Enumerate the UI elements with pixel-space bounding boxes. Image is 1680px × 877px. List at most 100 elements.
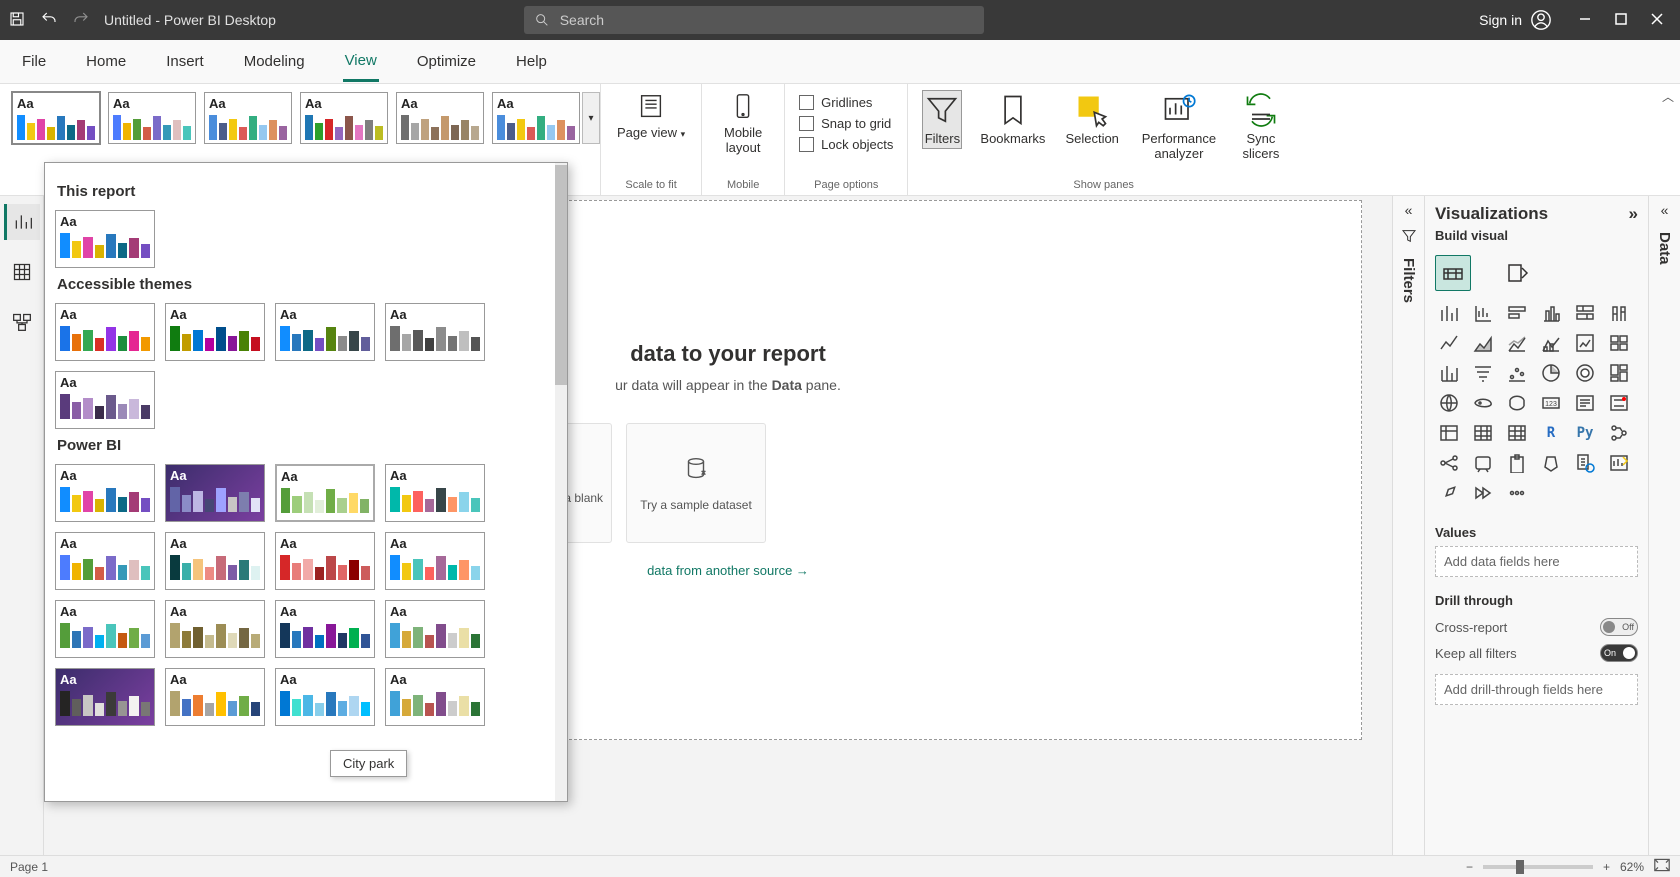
theme-thumbnail[interactable]: Aa xyxy=(165,464,265,522)
viz-expand-icon[interactable]: » xyxy=(1629,204,1638,224)
theme-thumbnail[interactable]: Aa xyxy=(275,464,375,522)
tab-view[interactable]: View xyxy=(343,42,379,82)
viz-type-34[interactable] xyxy=(1571,451,1599,475)
cross-report-toggle[interactable]: Off xyxy=(1600,618,1638,636)
keep-filters-toggle[interactable]: On xyxy=(1600,644,1638,662)
viz-type-33[interactable] xyxy=(1537,451,1565,475)
theme-thumbnail[interactable]: Aa xyxy=(12,92,100,144)
theme-thumbnail[interactable]: Aa xyxy=(55,303,155,361)
viz-type-36[interactable] xyxy=(1435,481,1463,505)
viz-type-21[interactable]: 123 xyxy=(1537,391,1565,415)
performance-analyzer-button[interactable]: Performance analyzer xyxy=(1137,90,1221,164)
theme-thumbnail[interactable]: Aa xyxy=(385,464,485,522)
filters-pane-toggle[interactable]: Filters xyxy=(922,90,962,149)
viz-type-23[interactable] xyxy=(1605,391,1633,415)
viz-type-3[interactable] xyxy=(1537,301,1565,325)
theme-thumbnail[interactable]: Aa xyxy=(55,371,155,429)
page-view-button[interactable]: Page view ▾ xyxy=(615,90,687,143)
zoom-in-icon[interactable]: + xyxy=(1603,860,1610,874)
page-indicator[interactable]: Page 1 xyxy=(10,860,48,874)
theme-thumbnail[interactable]: Aa xyxy=(385,668,485,726)
theme-thumbnail[interactable]: Aa xyxy=(165,668,265,726)
theme-thumbnail[interactable]: Aa xyxy=(275,600,375,658)
build-visual-mode[interactable] xyxy=(1435,255,1471,291)
selection-button[interactable]: Selection xyxy=(1063,90,1120,149)
zoom-out-icon[interactable]: − xyxy=(1466,860,1473,874)
viz-type-16[interactable] xyxy=(1571,361,1599,385)
format-visual-mode[interactable] xyxy=(1499,255,1535,291)
viz-type-25[interactable] xyxy=(1469,421,1497,445)
zoom-slider[interactable] xyxy=(1483,865,1593,869)
theme-thumbnail[interactable]: Aa xyxy=(275,668,375,726)
tab-modeling[interactable]: Modeling xyxy=(242,43,307,80)
theme-thumbnail[interactable]: Aa xyxy=(385,303,485,361)
snap-to-grid-checkbox[interactable]: Snap to grid xyxy=(799,116,893,131)
table-view-icon[interactable] xyxy=(4,254,40,290)
viz-type-2[interactable] xyxy=(1503,301,1531,325)
theme-gallery-expand[interactable]: ▾ xyxy=(582,92,600,144)
viz-type-0[interactable] xyxy=(1435,301,1463,325)
sync-slicers-button[interactable]: Sync slicers xyxy=(1237,90,1285,164)
viz-type-14[interactable] xyxy=(1503,361,1531,385)
theme-thumbnail[interactable]: Aa xyxy=(55,464,155,522)
theme-thumbnail[interactable]: Aa xyxy=(396,92,484,144)
theme-thumbnail[interactable]: Aa xyxy=(55,210,155,268)
viz-type-31[interactable] xyxy=(1469,451,1497,475)
theme-thumbnail[interactable]: Aa xyxy=(165,600,265,658)
theme-thumbnail[interactable]: Aa xyxy=(385,532,485,590)
filters-expand-icon[interactable]: « xyxy=(1405,202,1413,218)
viz-type-18[interactable] xyxy=(1435,391,1463,415)
mobile-layout-button[interactable]: Mobile layout xyxy=(716,90,770,158)
sign-in-button[interactable]: Sign in xyxy=(1479,9,1552,31)
viz-type-13[interactable] xyxy=(1469,361,1497,385)
theme-thumbnail[interactable]: Aa xyxy=(165,303,265,361)
minimize-icon[interactable] xyxy=(1578,12,1592,29)
viz-type-35[interactable] xyxy=(1605,451,1633,475)
drill-dropwell[interactable]: Add drill-through fields here xyxy=(1435,674,1638,705)
theme-thumbnail[interactable]: Aa xyxy=(55,600,155,658)
viz-type-38[interactable] xyxy=(1503,481,1531,505)
bookmarks-button[interactable]: Bookmarks xyxy=(978,90,1047,149)
fit-to-page-icon[interactable] xyxy=(1654,858,1670,875)
report-view-icon[interactable] xyxy=(4,204,40,240)
tab-insert[interactable]: Insert xyxy=(164,43,206,80)
search-box[interactable]: Search xyxy=(524,6,984,34)
viz-type-9[interactable] xyxy=(1537,331,1565,355)
lock-objects-checkbox[interactable]: Lock objects xyxy=(799,137,893,152)
tile-sample-dataset[interactable]: Try a sample dataset xyxy=(626,423,766,543)
undo-icon[interactable] xyxy=(40,10,58,31)
viz-type-4[interactable] xyxy=(1571,301,1599,325)
ribbon-collapse-icon[interactable]: ︿ xyxy=(1662,88,1674,105)
viz-type-22[interactable] xyxy=(1571,391,1599,415)
theme-thumbnail[interactable]: Aa xyxy=(55,668,155,726)
tab-optimize[interactable]: Optimize xyxy=(415,43,478,80)
viz-type-26[interactable] xyxy=(1503,421,1531,445)
theme-thumbnail[interactable]: Aa xyxy=(165,532,265,590)
theme-thumbnail[interactable]: Aa xyxy=(108,92,196,144)
viz-type-7[interactable] xyxy=(1469,331,1497,355)
close-icon[interactable] xyxy=(1650,12,1664,29)
theme-thumbnail[interactable]: Aa xyxy=(275,303,375,361)
theme-thumbnail[interactable]: Aa xyxy=(385,600,485,658)
tab-help[interactable]: Help xyxy=(514,43,549,80)
viz-type-12[interactable] xyxy=(1435,361,1463,385)
redo-icon[interactable] xyxy=(72,10,90,31)
maximize-icon[interactable] xyxy=(1614,12,1628,29)
model-view-icon[interactable] xyxy=(4,304,40,340)
viz-type-37[interactable] xyxy=(1469,481,1497,505)
theme-thumbnail[interactable]: Aa xyxy=(55,532,155,590)
viz-type-1[interactable] xyxy=(1469,301,1497,325)
viz-type-6[interactable] xyxy=(1435,331,1463,355)
tab-home[interactable]: Home xyxy=(84,43,128,80)
data-expand-icon[interactable]: « xyxy=(1661,202,1669,218)
viz-type-20[interactable] xyxy=(1503,391,1531,415)
viz-type-10[interactable] xyxy=(1571,331,1599,355)
viz-type-27[interactable]: R xyxy=(1537,421,1565,445)
viz-type-32[interactable] xyxy=(1503,451,1531,475)
theme-thumbnail[interactable]: Aa xyxy=(204,92,292,144)
popup-scrollbar[interactable] xyxy=(555,163,567,801)
viz-type-11[interactable] xyxy=(1605,331,1633,355)
theme-thumbnail[interactable]: Aa xyxy=(275,532,375,590)
tab-file[interactable]: File xyxy=(20,43,48,80)
viz-type-17[interactable] xyxy=(1605,361,1633,385)
